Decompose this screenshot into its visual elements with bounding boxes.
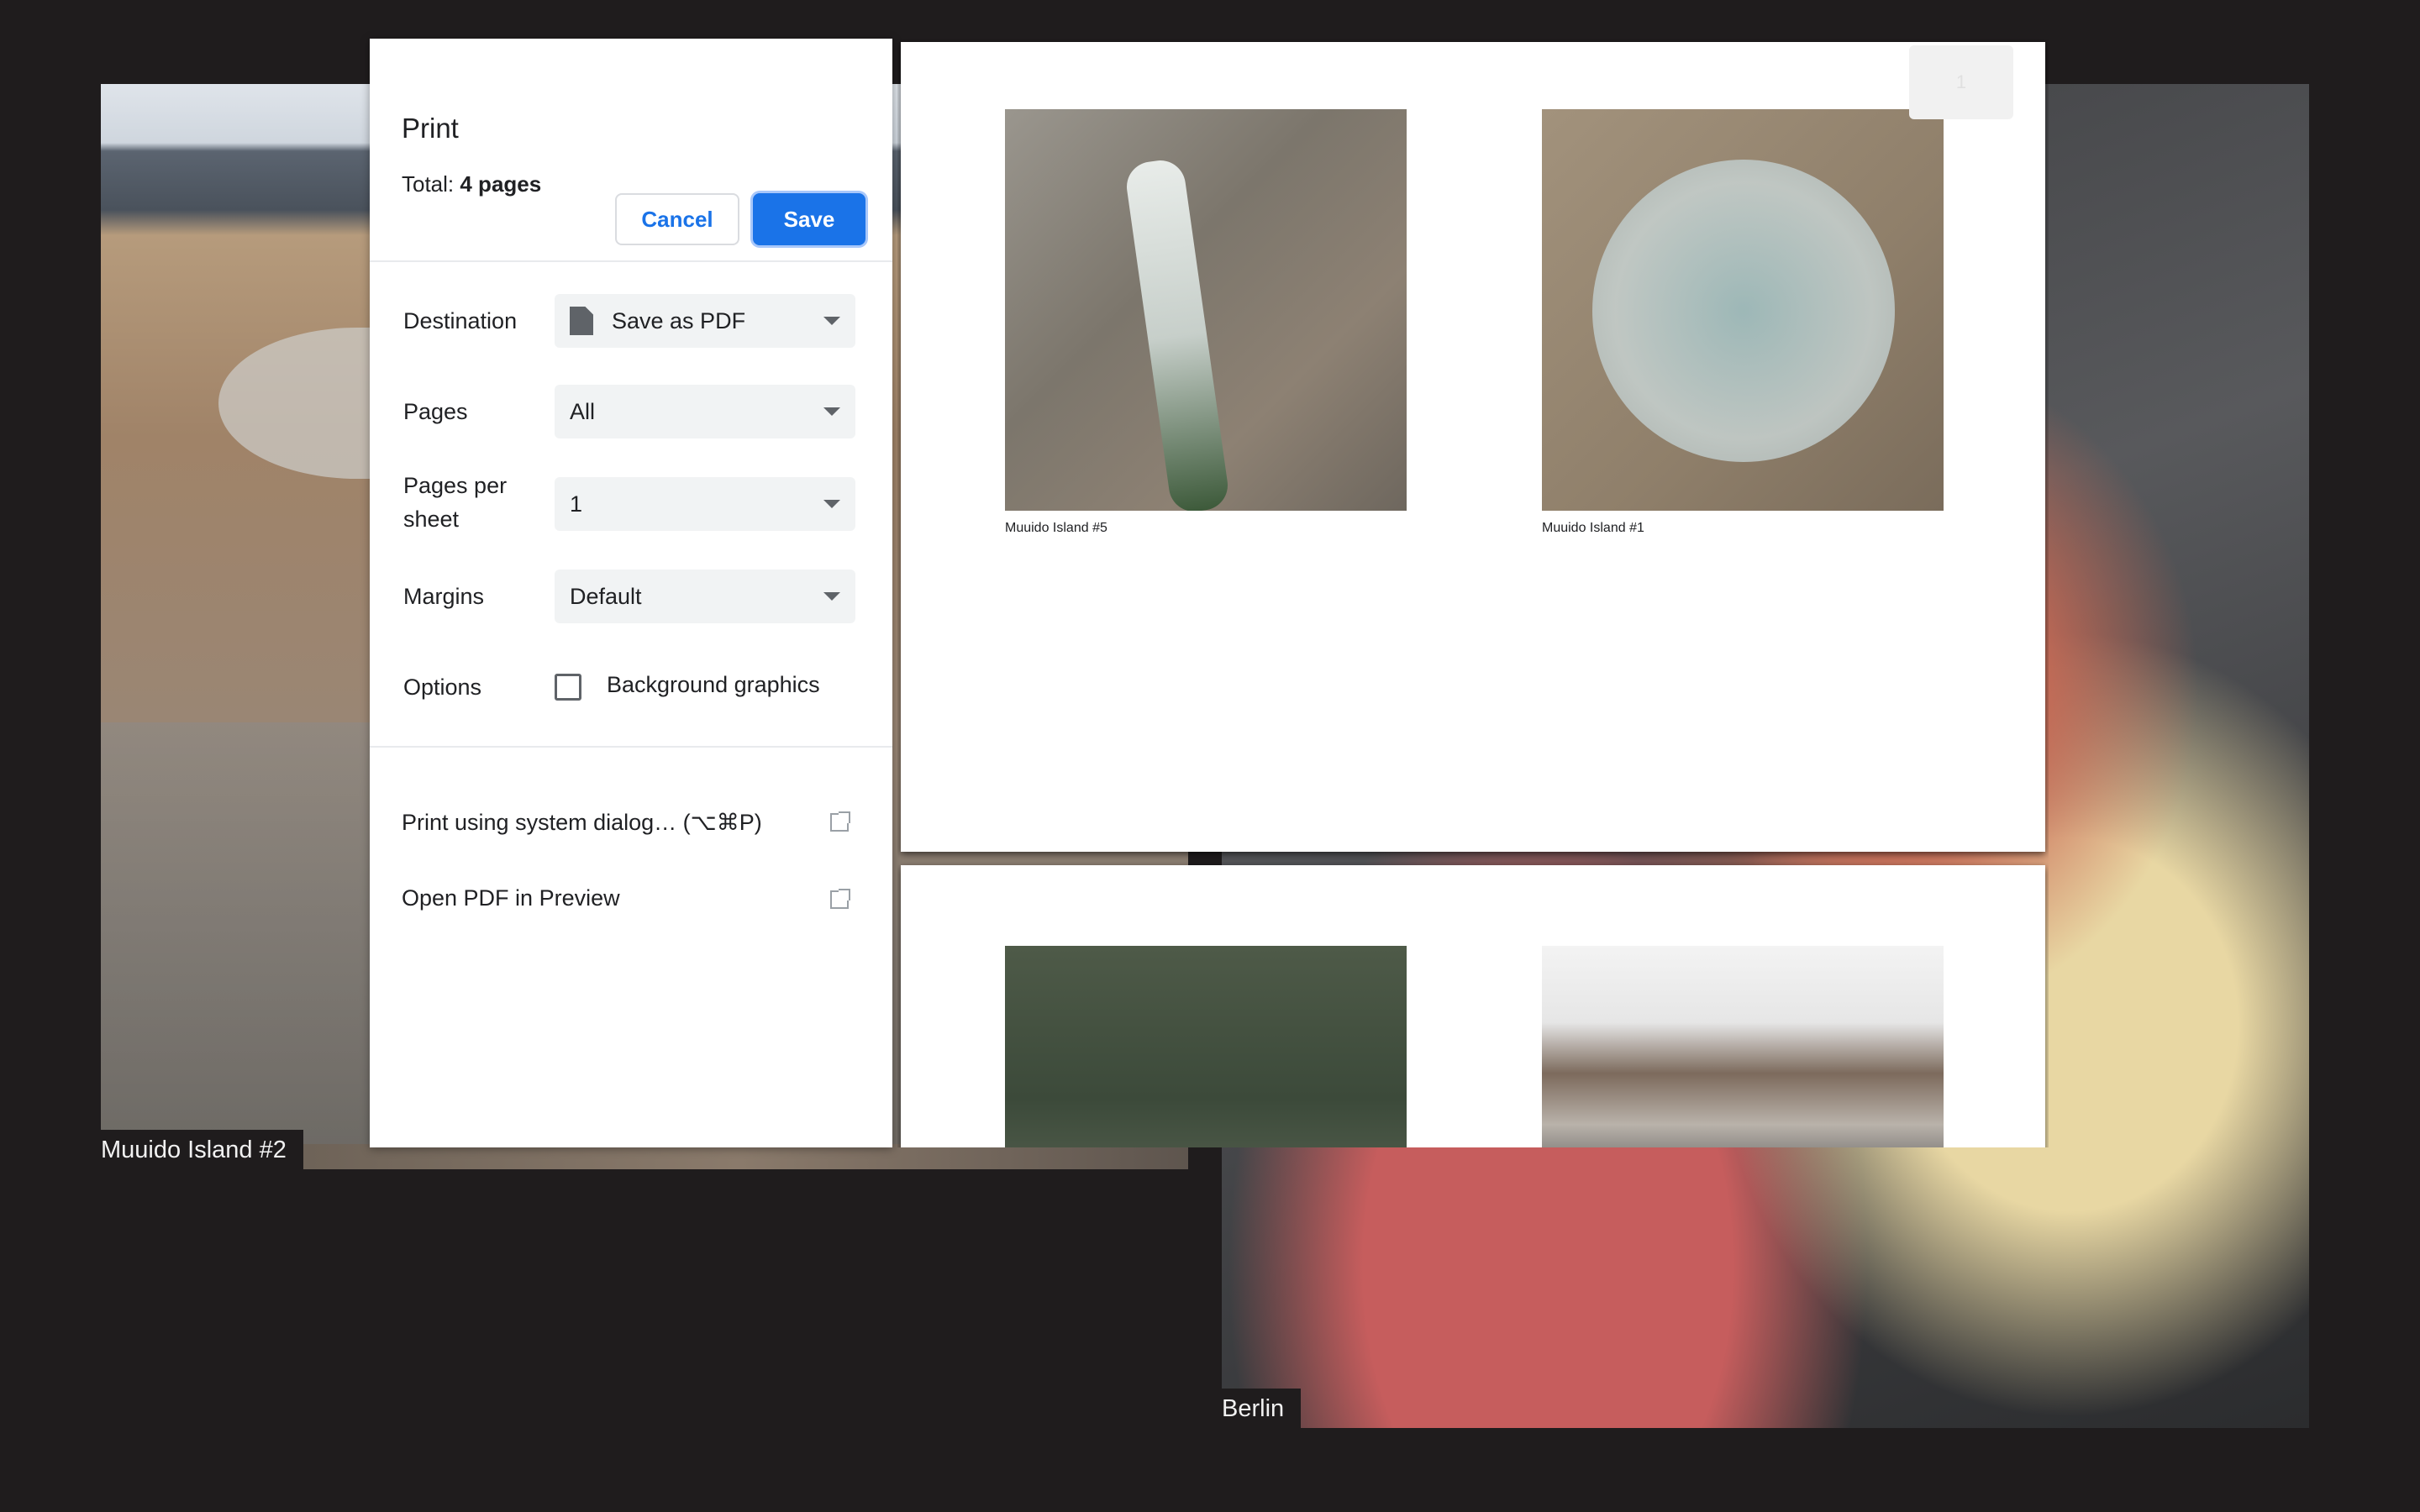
divider <box>370 260 892 262</box>
open-external-icon[interactable] <box>830 889 850 909</box>
destination-label: Destination <box>403 308 518 333</box>
total-pages: Total: 4 pages <box>402 171 541 197</box>
photo-strip <box>291 1144 1188 1169</box>
options-label: Options <box>403 675 482 700</box>
photo-caption: Muuido Island #5 <box>1005 521 1107 535</box>
chevron-down-icon <box>823 592 840 601</box>
preview-photo <box>1005 109 1407 511</box>
rope-shape <box>1123 157 1231 511</box>
pages-per-sheet-value: 1 <box>570 491 583 517</box>
ice-shape <box>1592 160 1895 462</box>
pages-label: Pages <box>403 399 468 424</box>
pages-per-sheet-select[interactable]: 1 <box>555 477 855 531</box>
page-number-badge: 1 <box>1909 45 2013 119</box>
file-icon <box>570 307 593 335</box>
chevron-down-icon <box>823 317 840 325</box>
total-value: 4 pages <box>460 171 542 197</box>
total-prefix: Total: <box>402 171 460 197</box>
system-dialog-link[interactable]: Print using system dialog… (⌥⌘P) <box>402 810 762 836</box>
divider <box>370 746 892 748</box>
pages-per-sheet-label: Pages per sheet <box>403 473 508 532</box>
cancel-button[interactable]: Cancel <box>615 193 739 245</box>
dialog-title: Print <box>402 113 459 144</box>
open-preview-link[interactable]: Open PDF in Preview <box>402 885 620 911</box>
margins-value: Default <box>570 583 642 609</box>
tidal-pool <box>101 722 370 1159</box>
preview-page-1: Muuido Island #5 Muuido Island #1 1 <box>901 42 2045 852</box>
margins-label: Margins <box>403 584 485 609</box>
pages-value: All <box>570 398 596 424</box>
photo-caption: Muuido Island #2 <box>101 1130 303 1169</box>
margins-select[interactable]: Default <box>555 570 855 623</box>
background-graphics-checkbox[interactable] <box>555 674 581 701</box>
destination-select[interactable]: Save as PDF <box>555 294 855 348</box>
open-external-icon[interactable] <box>830 811 850 832</box>
preview-page-2 <box>901 865 2045 1147</box>
print-dialog: Print Total: 4 pages Cancel Save Destina… <box>370 39 892 1147</box>
photo-caption: Berlin <box>1222 1389 1302 1428</box>
print-preview: Muuido Island #5 Muuido Island #1 1 <box>897 39 2049 1147</box>
preview-photo <box>1542 946 1944 1147</box>
chevron-down-icon <box>823 500 840 508</box>
save-button[interactable]: Save <box>753 193 865 245</box>
background-graphics-label[interactable]: Background graphics <box>607 672 820 698</box>
photo-caption: Muuido Island #1 <box>1542 521 1644 535</box>
chevron-down-icon <box>823 407 840 416</box>
pages-select[interactable]: All <box>555 385 855 438</box>
preview-photo <box>1542 109 1944 511</box>
destination-value: Save as PDF <box>612 307 746 333</box>
preview-photo <box>1005 946 1407 1147</box>
